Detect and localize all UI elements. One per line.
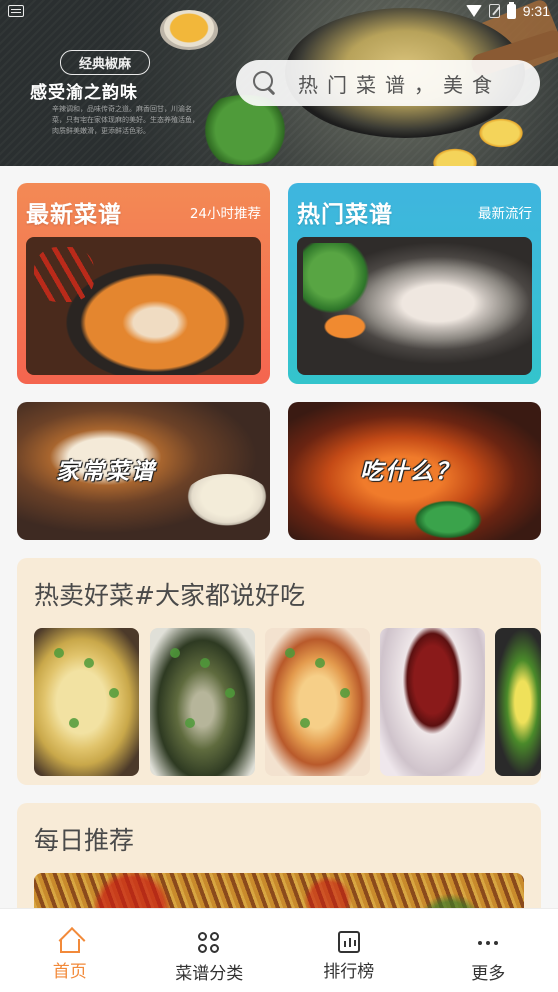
nav-ranking[interactable]: 排行榜 (279, 909, 419, 992)
dish-thumbnail[interactable] (34, 628, 139, 776)
home-recipes-label: 家常菜谱 (56, 459, 156, 485)
nav-category[interactable]: 菜谱分类 (140, 909, 280, 992)
dish-thumbnail[interactable] (380, 628, 485, 776)
card-subtitle: 24小时推荐 (189, 206, 261, 222)
dish-carousel[interactable] (34, 628, 541, 778)
section-title: 每日推荐 (34, 826, 135, 855)
nav-more[interactable]: 更多 (419, 909, 558, 992)
card-header: 热门菜谱 最新流行 (288, 183, 541, 237)
nav-label: 菜谱分类 (175, 964, 244, 984)
spicy-fish-image (26, 237, 261, 375)
home-icon (59, 939, 80, 953)
search-bar[interactable]: 热门菜谱，美食 (236, 60, 540, 106)
banner-fine-print: 辛辣调和，品味传奇之道。麻香回甘，川渝名菜，只有宅在家体现麻的美好。生态养殖活鱼… (52, 105, 199, 135)
banner-tag: 经典椒麻 (60, 50, 151, 75)
search-placeholder: 热门菜谱，美食 (298, 72, 501, 97)
battery-icon (506, 1, 516, 19)
wifi-icon (465, 5, 482, 17)
nav-home[interactable]: 首页 (0, 909, 140, 992)
more-icon (476, 931, 500, 955)
category-icon (197, 931, 221, 955)
chili-decoration (34, 247, 94, 302)
carrot-decoration (315, 309, 375, 344)
nav-label: 排行榜 (323, 962, 375, 982)
banner-title: 感受渝之韵味 (30, 83, 138, 103)
search-icon (252, 70, 278, 96)
dish-thumbnail[interactable] (265, 628, 370, 776)
what-to-eat-label: 吃什么？ (360, 459, 460, 485)
card-subtitle: 最新流行 (478, 206, 532, 222)
dish-thumbnail[interactable] (495, 628, 541, 776)
nav-label: 更多 (471, 964, 506, 984)
app-screen: 经典椒麻 感受渝之韵味 辛辣调和，品味传奇之道。麻香回甘，川渝名菜，只有宅在家体… (0, 0, 558, 992)
dish-thumbnail[interactable] (150, 628, 255, 776)
notification-icon (8, 5, 24, 17)
nav-label: 首页 (52, 962, 87, 982)
card-title: 热门菜谱 (297, 202, 393, 228)
latest-recipes-card[interactable]: 最新菜谱 24小时推荐 (17, 183, 270, 384)
card-header: 最新菜谱 24小时推荐 (17, 183, 270, 237)
mint-leaf-image (408, 497, 488, 540)
clock: 9:31 (522, 3, 550, 19)
card-title: 最新菜谱 (26, 202, 122, 228)
hot-selling-section: 热卖好菜#大家都说好吃 (17, 558, 541, 785)
ranking-icon (337, 931, 360, 953)
hotpot-image (297, 237, 532, 375)
status-bar: 9:31 (0, 0, 558, 24)
lemon-image (478, 118, 524, 148)
section-title: 热卖好菜#大家都说好吃 (34, 581, 305, 610)
bottom-navigation: 首页 菜谱分类 排行榜 更多 (0, 908, 558, 992)
no-sim-icon (488, 4, 500, 18)
soup-bowl-image (182, 474, 270, 530)
hot-recipes-card[interactable]: 热门菜谱 最新流行 (288, 183, 541, 384)
promo-banner[interactable]: 经典椒麻 感受渝之韵味 辛辣调和，品味传奇之道。麻香回甘，川渝名菜，只有宅在家体… (0, 0, 558, 166)
